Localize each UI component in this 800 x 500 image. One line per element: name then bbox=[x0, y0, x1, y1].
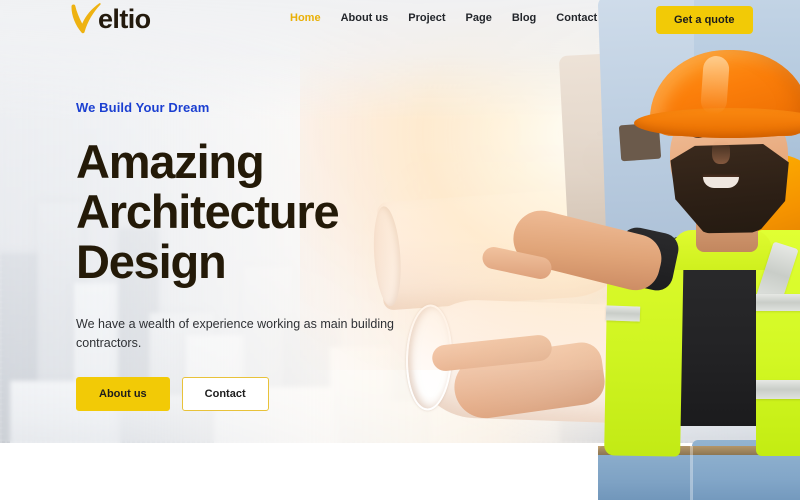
nav-item-blog[interactable]: Blog bbox=[512, 12, 536, 24]
hero-title-line-1: Amazing bbox=[76, 135, 265, 188]
worker-jeans-seam bbox=[690, 446, 693, 500]
worker-nose bbox=[712, 140, 730, 164]
hivis-stripe-upper bbox=[756, 294, 800, 311]
check-swoosh-icon bbox=[71, 3, 101, 34]
construction-worker-image bbox=[480, 0, 800, 500]
hero-eyebrow: We Build Your Dream bbox=[76, 100, 210, 115]
hero-title-line-3: Design bbox=[76, 235, 227, 288]
nav-item-contact[interactable]: Contact bbox=[556, 12, 597, 24]
hero-subtitle: We have a wealth of experience working a… bbox=[76, 317, 395, 350]
hero-content: We Build Your Dream Amazing Architecture… bbox=[76, 100, 436, 411]
hivis-stripe-left bbox=[605, 305, 641, 322]
get-a-quote-button[interactable]: Get a quote bbox=[656, 6, 753, 34]
nav-item-page[interactable]: Page bbox=[466, 12, 492, 24]
hivis-stripe-lower bbox=[756, 380, 800, 399]
landing-page: We Build Your Dream Amazing Architecture… bbox=[0, 0, 800, 500]
brand-logo[interactable]: eltio bbox=[68, 2, 151, 36]
brand-name: eltio bbox=[98, 3, 151, 34]
main-navigation: eltio Home About us Project Page Blog Co… bbox=[0, 0, 800, 36]
about-us-button[interactable]: About us bbox=[76, 377, 170, 411]
hero-button-group: About us Contact bbox=[76, 377, 436, 411]
nav-links: Home About us Project Page Blog Contact bbox=[290, 0, 597, 36]
nav-item-project[interactable]: Project bbox=[408, 12, 445, 24]
contact-button[interactable]: Contact bbox=[181, 377, 269, 411]
nav-item-home[interactable]: Home bbox=[290, 12, 321, 24]
worker-smile bbox=[703, 177, 739, 188]
hero-title: Amazing Architecture Design bbox=[76, 137, 436, 287]
hero-title-line-2: Architecture bbox=[76, 185, 340, 238]
nav-item-about-us[interactable]: About us bbox=[341, 12, 389, 24]
